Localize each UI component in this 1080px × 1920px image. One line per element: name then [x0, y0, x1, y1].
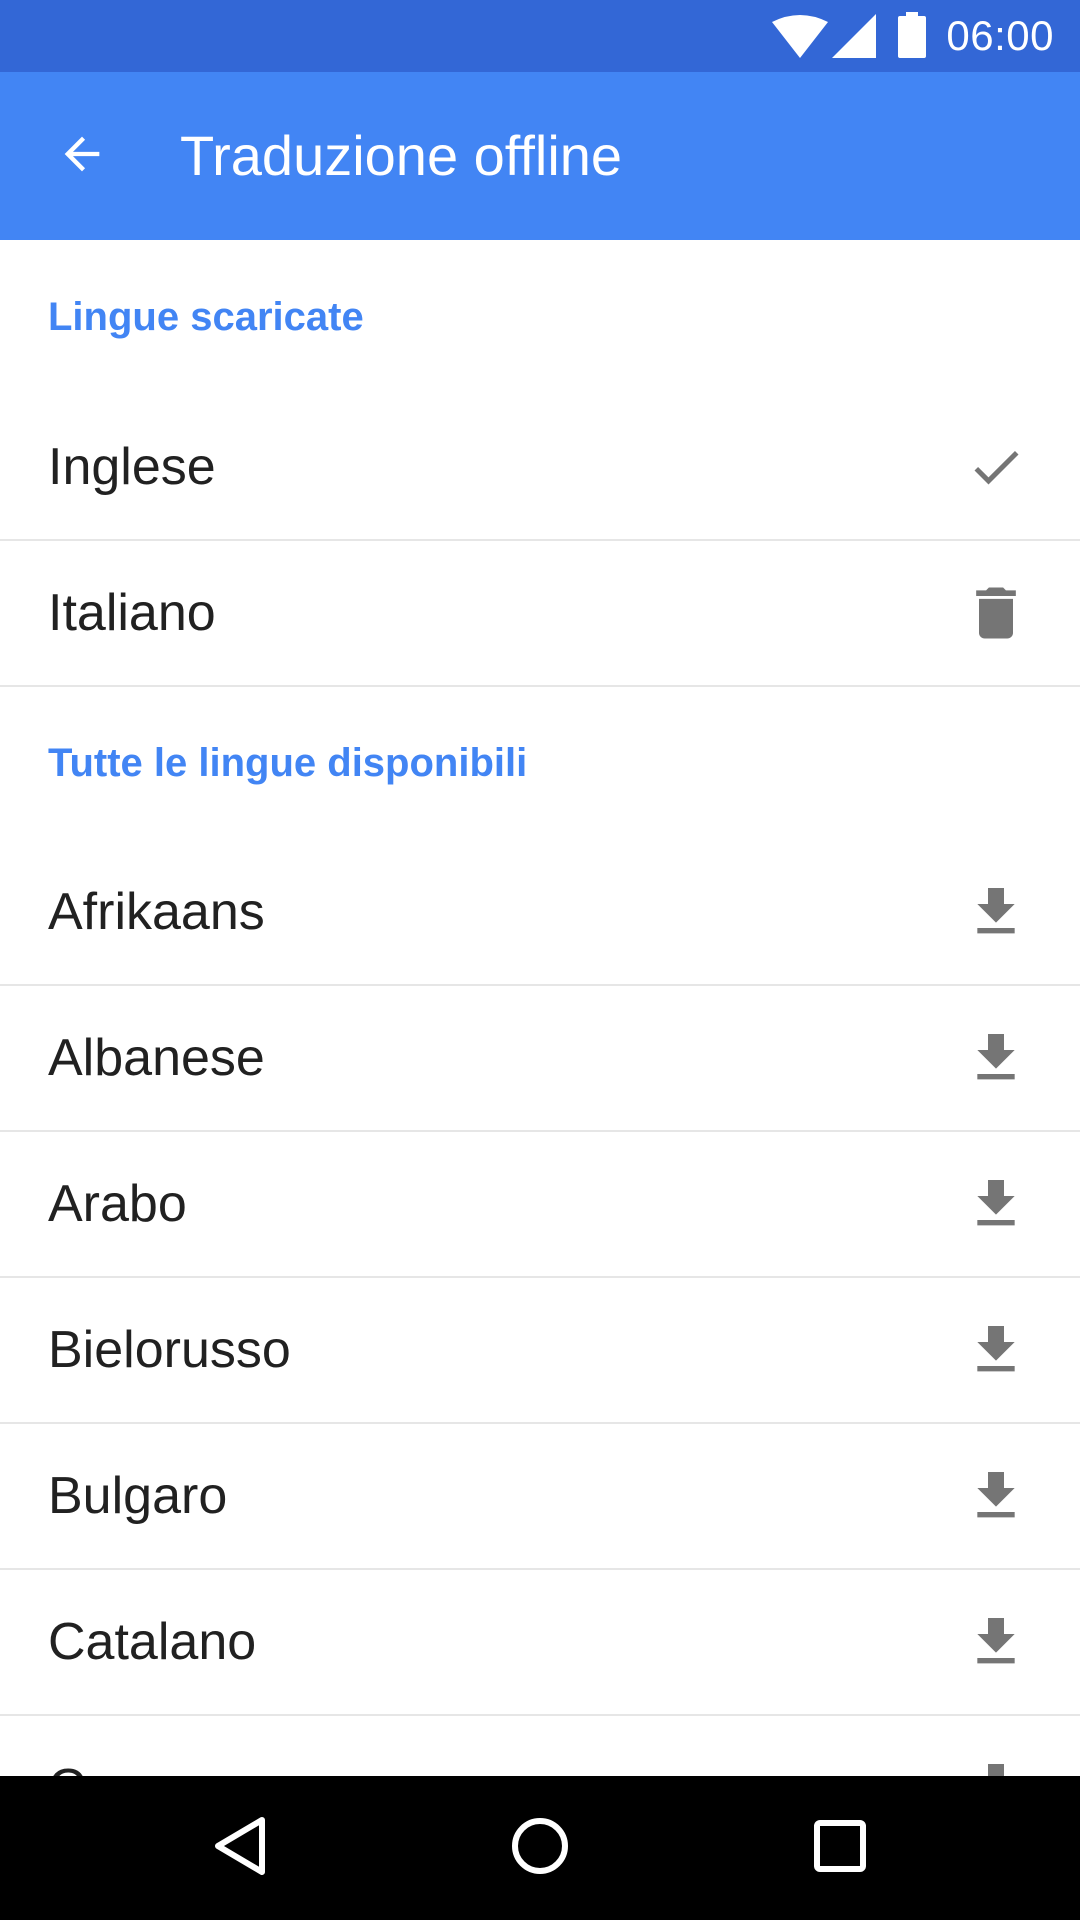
- nav-back-icon: [212, 1816, 268, 1881]
- list-item-label: Albanese: [48, 1029, 265, 1087]
- list-item-inglese[interactable]: Inglese: [0, 395, 1080, 541]
- list-item-bielorusso[interactable]: Bielorusso: [0, 1278, 1080, 1424]
- list-item-label: Bielorusso: [48, 1321, 291, 1379]
- system-nav-bar: [0, 1776, 1080, 1920]
- nav-back-button[interactable]: [168, 1776, 312, 1920]
- download-icon[interactable]: [960, 1752, 1032, 1776]
- cell-signal-icon: [832, 14, 876, 63]
- list-item-partial[interactable]: C: [0, 1716, 1080, 1776]
- list-item-label: Afrikaans: [48, 883, 265, 941]
- list-item-arabo[interactable]: Arabo: [0, 1132, 1080, 1278]
- section-header-available: Tutte le lingue disponibili: [48, 741, 528, 785]
- page-title: Traduzione offline: [180, 124, 623, 187]
- status-bar: 06:00: [0, 0, 1080, 72]
- download-icon[interactable]: [960, 1168, 1032, 1240]
- list-item-label: Catalano: [48, 1613, 257, 1671]
- nav-recents-button[interactable]: [768, 1776, 912, 1920]
- download-icon[interactable]: [960, 1460, 1032, 1532]
- list-item-label: Italiano: [48, 584, 216, 642]
- download-icon[interactable]: [960, 1022, 1032, 1094]
- nav-home-button[interactable]: [468, 1776, 612, 1920]
- back-button[interactable]: [44, 118, 120, 194]
- list-item-label: C: [48, 1758, 86, 1776]
- arrow-back-icon: [56, 128, 108, 185]
- wifi-icon: [772, 14, 828, 63]
- list-item-afrikaans[interactable]: Afrikaans: [0, 840, 1080, 986]
- list-item-italiano[interactable]: Italiano: [0, 541, 1080, 687]
- status-time: 06:00: [946, 12, 1054, 59]
- list-item-albanese[interactable]: Albanese: [0, 986, 1080, 1132]
- nav-home-icon: [510, 1816, 570, 1881]
- list-item-bulgaro[interactable]: Bulgaro: [0, 1424, 1080, 1570]
- download-icon[interactable]: [960, 876, 1032, 948]
- battery-icon: [898, 12, 926, 63]
- language-list[interactable]: Lingue scaricate Inglese Italiano Tutte …: [0, 240, 1080, 1776]
- download-icon[interactable]: [960, 1606, 1032, 1678]
- app-bar: Traduzione offline: [0, 72, 1080, 240]
- nav-recents-icon: [813, 1819, 867, 1878]
- trash-icon[interactable]: [960, 577, 1032, 649]
- list-item-label: Arabo: [48, 1175, 187, 1233]
- section-header-downloaded: Lingue scaricate: [48, 295, 364, 339]
- list-item-label: Bulgaro: [48, 1467, 228, 1525]
- download-icon[interactable]: [960, 1314, 1032, 1386]
- list-item-catalano[interactable]: Catalano: [0, 1570, 1080, 1716]
- list-item-label: Inglese: [48, 438, 216, 496]
- check-icon: [960, 431, 1032, 503]
